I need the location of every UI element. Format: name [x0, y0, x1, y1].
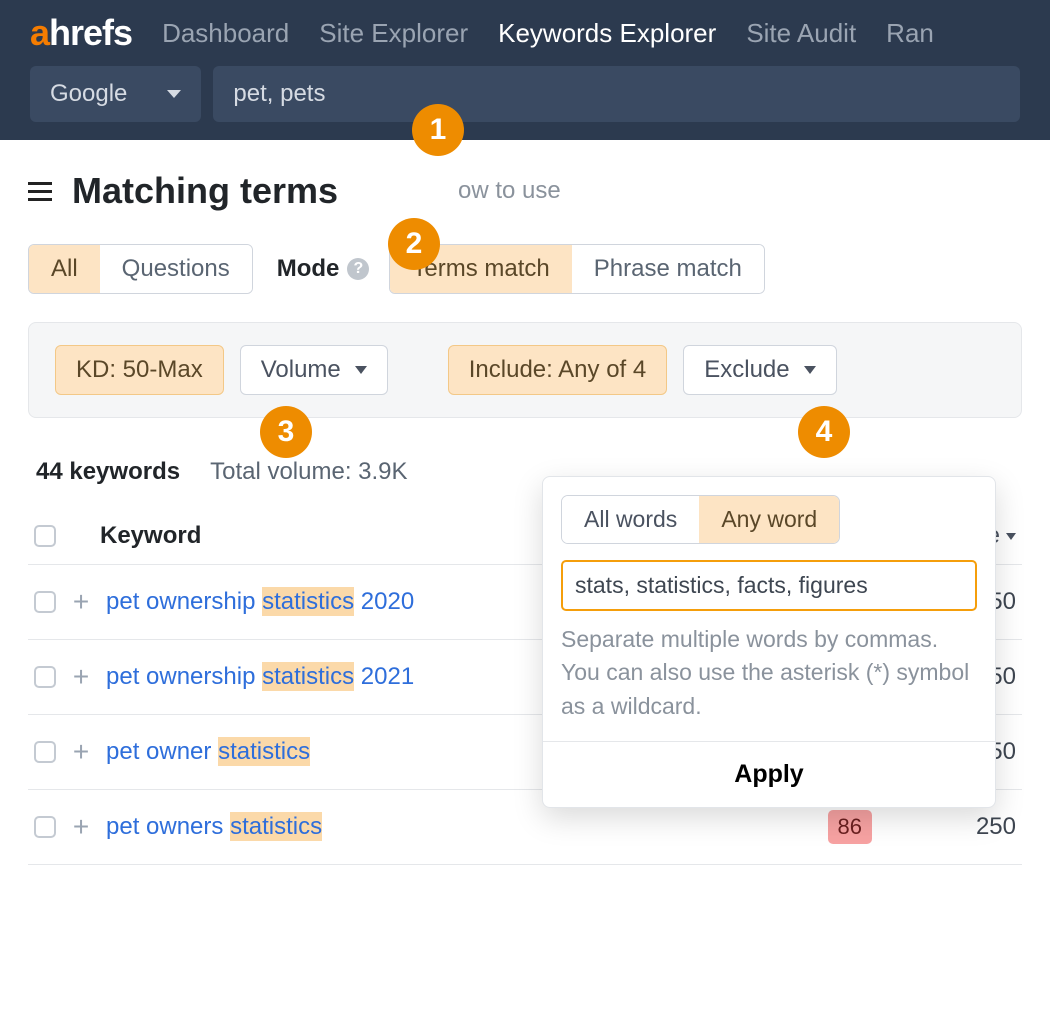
tab-any-word[interactable]: Any word	[699, 496, 839, 543]
filter-volume[interactable]: Volume	[240, 345, 388, 395]
expand-icon[interactable]: +	[70, 661, 92, 693]
tabs-row: All Questions Mode ? Terms match Phrase …	[28, 244, 1022, 294]
column-keyword[interactable]: Keyword	[100, 522, 201, 550]
engine-label: Google	[50, 80, 127, 108]
include-hint: Separate multiple words by commas. You c…	[561, 623, 977, 723]
annotation-3: 3	[260, 406, 312, 458]
help-icon[interactable]: ?	[347, 258, 369, 280]
scope-tab-group: All Questions	[28, 244, 253, 294]
select-all-checkbox[interactable]	[34, 525, 56, 547]
expand-icon[interactable]: +	[70, 811, 92, 843]
logo-a: a	[30, 12, 49, 53]
annotation-4: 4	[798, 406, 850, 458]
filter-include[interactable]: Include: Any of 4	[448, 345, 667, 395]
include-mode-tabs: All words Any word	[561, 495, 840, 544]
nav-site-audit[interactable]: Site Audit	[746, 18, 856, 49]
chevron-down-icon	[167, 90, 181, 98]
tab-all-words[interactable]: All words	[562, 496, 699, 543]
tab-questions[interactable]: Questions	[100, 245, 252, 293]
chevron-down-icon	[1006, 533, 1016, 540]
chevron-down-icon	[355, 366, 367, 374]
page-title: Matching terms	[72, 170, 338, 212]
expand-icon[interactable]: +	[70, 586, 92, 618]
row-checkbox[interactable]	[34, 591, 56, 613]
filters-bar: KD: 50-Max Volume Include: Any of 4 Excl…	[28, 322, 1022, 418]
chevron-down-icon	[804, 366, 816, 374]
filter-kd[interactable]: KD: 50-Max	[55, 345, 224, 395]
expand-icon[interactable]: +	[70, 736, 92, 768]
tab-all[interactable]: All	[29, 245, 100, 293]
keyword-link[interactable]: pet owners statistics	[106, 813, 322, 841]
keyword-link[interactable]: pet owner statistics	[106, 738, 310, 766]
nav-rank[interactable]: Ran	[886, 18, 934, 49]
include-words-input[interactable]	[561, 560, 977, 611]
search-row: Google	[0, 66, 1050, 140]
include-dropdown: All words Any word Separate multiple wor…	[542, 476, 996, 808]
total-volume: Total volume: 3.9K	[210, 458, 407, 486]
keyword-link[interactable]: pet ownership statistics 2020	[106, 588, 414, 616]
top-bar: ahrefs Dashboard Site Explorer Keywords …	[0, 0, 1050, 140]
keyword-count: 44 keywords	[36, 458, 180, 486]
kd-badge: 86	[828, 810, 872, 844]
row-checkbox[interactable]	[34, 741, 56, 763]
logo[interactable]: ahrefs	[30, 12, 132, 54]
filter-exclude[interactable]: Exclude	[683, 345, 836, 395]
apply-button[interactable]: Apply	[543, 741, 995, 807]
engine-select[interactable]: Google	[30, 66, 201, 122]
annotation-2: 2	[388, 218, 440, 270]
top-nav: ahrefs Dashboard Site Explorer Keywords …	[0, 0, 1050, 66]
annotation-1: 1	[412, 104, 464, 156]
keyword-link[interactable]: pet ownership statistics 2021	[106, 663, 414, 691]
title-row: Matching terms ow to use	[28, 170, 1022, 212]
nav-dashboard[interactable]: Dashboard	[162, 18, 289, 49]
how-to-use-link[interactable]: ow to use	[458, 177, 561, 205]
row-checkbox[interactable]	[34, 816, 56, 838]
menu-icon[interactable]	[28, 182, 52, 201]
nav-site-explorer[interactable]: Site Explorer	[319, 18, 468, 49]
tab-phrase-match[interactable]: Phrase match	[572, 245, 764, 293]
logo-rest: hrefs	[49, 12, 132, 53]
nav-keywords-explorer[interactable]: Keywords Explorer	[498, 18, 716, 49]
search-input[interactable]	[213, 66, 1020, 122]
volume-cell: 250	[926, 813, 1016, 841]
mode-tab-group: Terms match Phrase match	[389, 244, 764, 294]
row-checkbox[interactable]	[34, 666, 56, 688]
mode-label: Mode ?	[277, 255, 370, 283]
